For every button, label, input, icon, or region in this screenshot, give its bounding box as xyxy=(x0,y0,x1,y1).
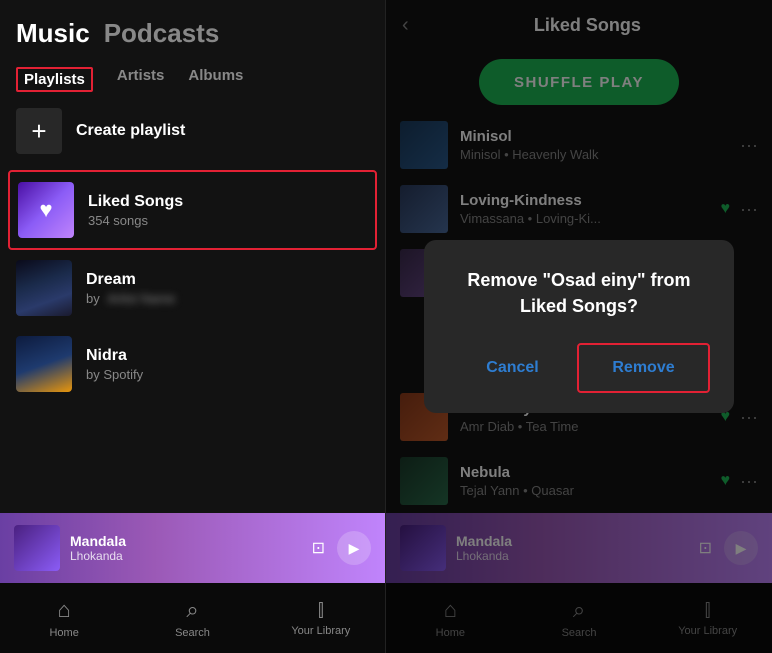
player-info-left: Mandala Lhokanda xyxy=(70,533,302,563)
dialog-buttons: Cancel Remove xyxy=(448,343,710,393)
remove-button[interactable]: Remove xyxy=(577,343,710,393)
player-bar-left[interactable]: Mandala Lhokanda ⊡ ▶ xyxy=(0,513,385,583)
device-icon-left[interactable]: ⊡ xyxy=(312,538,325,558)
liked-songs-info: Liked Songs 354 songs xyxy=(88,193,183,228)
playlist-item-liked-songs[interactable]: ♥ Liked Songs 354 songs xyxy=(8,170,377,250)
player-title-left: Mandala xyxy=(70,533,302,549)
liked-songs-name: Liked Songs xyxy=(88,193,183,211)
create-playlist-label: Create playlist xyxy=(76,122,185,140)
dialog-title: Remove "Osad einy" from Liked Songs? xyxy=(448,268,710,318)
nav-library-left[interactable]: ⫿ Your Library xyxy=(257,600,385,637)
podcasts-tab[interactable]: Podcasts xyxy=(104,18,220,49)
home-icon-left: ⌂ xyxy=(58,597,71,623)
left-panel: Music Podcasts Playlists Artists Albums … xyxy=(0,0,386,653)
remove-dialog: Remove "Osad einy" from Liked Songs? Can… xyxy=(424,240,734,412)
player-artist-left: Lhokanda xyxy=(70,549,302,563)
nidra-name: Nidra xyxy=(86,347,143,365)
dream-thumbnail xyxy=(16,260,72,316)
nav-search-left[interactable]: ⌕ Search xyxy=(128,597,256,639)
plus-icon: + xyxy=(16,108,62,154)
create-playlist-button[interactable]: + Create playlist xyxy=(0,92,385,170)
tab-artists[interactable]: Artists xyxy=(117,67,165,92)
player-controls-left: ⊡ ▶ xyxy=(312,531,371,565)
cancel-button[interactable]: Cancel xyxy=(448,343,577,393)
tab-playlists[interactable]: Playlists xyxy=(16,67,93,92)
play-button-left[interactable]: ▶ xyxy=(337,531,371,565)
right-panel: ‹ Liked Songs SHUFFLE PLAY Minisol Minis… xyxy=(386,0,772,653)
app-title: Music Podcasts xyxy=(16,18,369,49)
nav-home-left[interactable]: ⌂ Home xyxy=(0,597,128,639)
dream-name: Dream xyxy=(86,271,175,289)
player-thumbnail-left xyxy=(14,525,60,571)
music-tab[interactable]: Music xyxy=(16,18,90,49)
liked-songs-count: 354 songs xyxy=(88,213,183,228)
nidra-thumbnail xyxy=(16,336,72,392)
library-icon-left: ⫿ xyxy=(318,600,324,621)
left-header: Music Podcasts Playlists Artists Albums xyxy=(0,0,385,92)
heart-icon: ♥ xyxy=(39,197,52,223)
search-icon-left: ⌕ xyxy=(186,597,198,623)
playlist-list: ♥ Liked Songs 354 songs Dream by Artist … xyxy=(0,170,385,513)
nidra-sub: by Spotify xyxy=(86,367,143,382)
playlist-item-dream[interactable]: Dream by Artist Name xyxy=(0,250,385,326)
category-tabs: Playlists Artists Albums xyxy=(16,67,369,92)
tab-albums[interactable]: Albums xyxy=(188,67,243,92)
bottom-nav-left: ⌂ Home ⌕ Search ⫿ Your Library xyxy=(0,583,385,653)
playlist-item-nidra[interactable]: Nidra by Spotify xyxy=(0,326,385,402)
nidra-info: Nidra by Spotify xyxy=(86,347,143,382)
dialog-overlay: Remove "Osad einy" from Liked Songs? Can… xyxy=(386,0,772,653)
dream-sub: by Artist Name xyxy=(86,291,175,306)
dream-info: Dream by Artist Name xyxy=(86,271,175,306)
dream-artist-blurred: Artist Name xyxy=(107,291,175,306)
liked-songs-thumbnail: ♥ xyxy=(18,182,74,238)
nav-home-label-left: Home xyxy=(49,627,78,639)
nav-library-label-left: Your Library xyxy=(291,625,350,637)
nav-search-label-left: Search xyxy=(175,627,210,639)
